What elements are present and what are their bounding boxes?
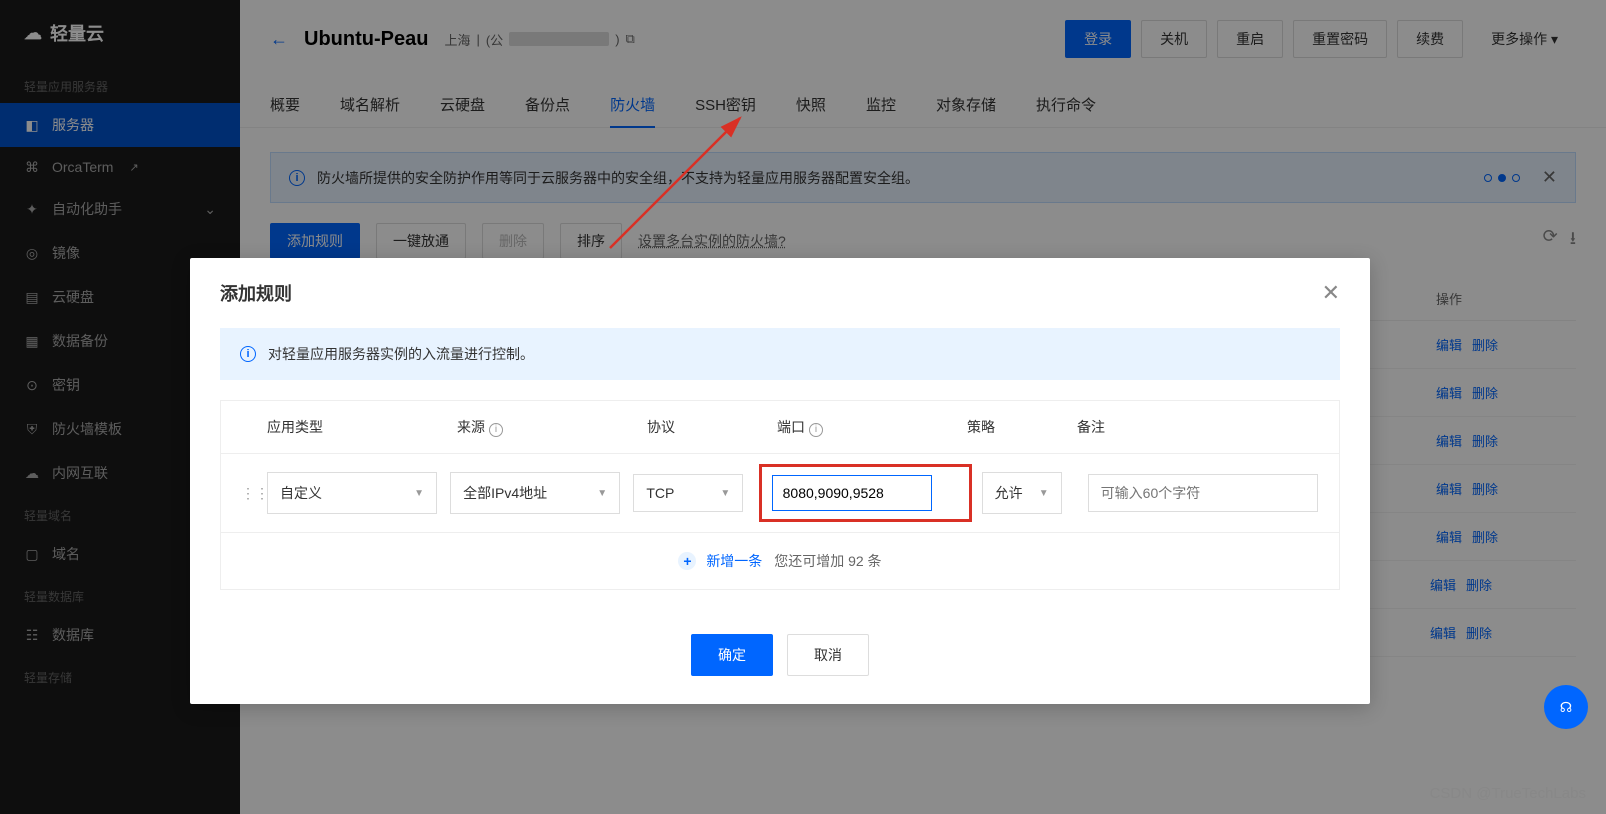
chevron-down-icon: ▼ xyxy=(1039,488,1049,499)
select-value: 全部IPv4地址 xyxy=(463,483,547,503)
watermark: CSDN @TrueTechLabs xyxy=(1430,785,1586,802)
app-type-select[interactable]: 自定义 ▼ xyxy=(267,472,437,514)
chevron-down-icon: ▼ xyxy=(414,488,424,499)
info-icon[interactable]: i xyxy=(809,423,823,437)
rule-header: 应用类型 来源i 协议 端口i 策略 备注 xyxy=(221,401,1339,454)
select-value: TCP xyxy=(646,485,674,501)
modal-banner-text: 对轻量应用服务器实例的入流量进行控制。 xyxy=(268,344,534,364)
add-rule-link[interactable]: 新增一条 xyxy=(706,553,762,569)
chevron-down-icon: ▼ xyxy=(597,488,607,499)
info-icon[interactable]: i xyxy=(489,423,503,437)
modal-title: 添加规则 xyxy=(220,280,292,306)
policy-select[interactable]: 允许 ▼ xyxy=(982,472,1062,514)
close-icon[interactable]: ✕ xyxy=(1322,280,1340,306)
chevron-down-icon: ▼ xyxy=(720,488,730,499)
help-bubble[interactable]: ☊ xyxy=(1544,685,1588,729)
col-policy-label: 策略 xyxy=(967,417,1077,437)
add-rule-modal: 添加规则 ✕ i 对轻量应用服务器实例的入流量进行控制。 应用类型 来源i 协议… xyxy=(190,258,1370,704)
add-row-section: + 新增一条 您还可增加 92 条 xyxy=(221,533,1339,589)
modal-info-banner: i 对轻量应用服务器实例的入流量进行控制。 xyxy=(220,328,1340,380)
col-app-label: 应用类型 xyxy=(267,417,457,437)
col-notes-label: 备注 xyxy=(1077,417,1317,437)
drag-handle-icon[interactable]: ⋮⋮ xyxy=(241,485,261,502)
plus-icon[interactable]: + xyxy=(678,552,696,570)
rule-form-table: 应用类型 来源i 协议 端口i 策略 备注 ⋮⋮ 自定义 ▼ 全部IPv4地址 xyxy=(220,400,1340,590)
info-icon: i xyxy=(240,346,256,362)
port-highlight-box xyxy=(759,464,972,522)
modal-footer: 确定 取消 xyxy=(190,614,1370,704)
modal-header: 添加规则 ✕ xyxy=(190,258,1370,328)
modal-body: i 对轻量应用服务器实例的入流量进行控制。 应用类型 来源i 协议 端口i 策略… xyxy=(190,328,1370,614)
select-value: 允许 xyxy=(995,483,1023,503)
add-hint: 您还可增加 92 条 xyxy=(774,553,881,569)
col-port-label: 端口i xyxy=(777,417,967,437)
confirm-button[interactable]: 确定 xyxy=(691,634,773,676)
rule-row: ⋮⋮ 自定义 ▼ 全部IPv4地址 ▼ TCP ▼ xyxy=(221,454,1339,533)
col-proto-label: 协议 xyxy=(647,417,777,437)
protocol-select[interactable]: TCP ▼ xyxy=(633,474,743,512)
headset-icon: ☊ xyxy=(1560,699,1572,716)
port-input[interactable] xyxy=(772,475,932,511)
cancel-button[interactable]: 取消 xyxy=(787,634,869,676)
notes-input[interactable] xyxy=(1088,474,1318,512)
source-select[interactable]: 全部IPv4地址 ▼ xyxy=(450,472,620,514)
col-src-label: 来源i xyxy=(457,417,647,437)
select-value: 自定义 xyxy=(280,483,322,503)
